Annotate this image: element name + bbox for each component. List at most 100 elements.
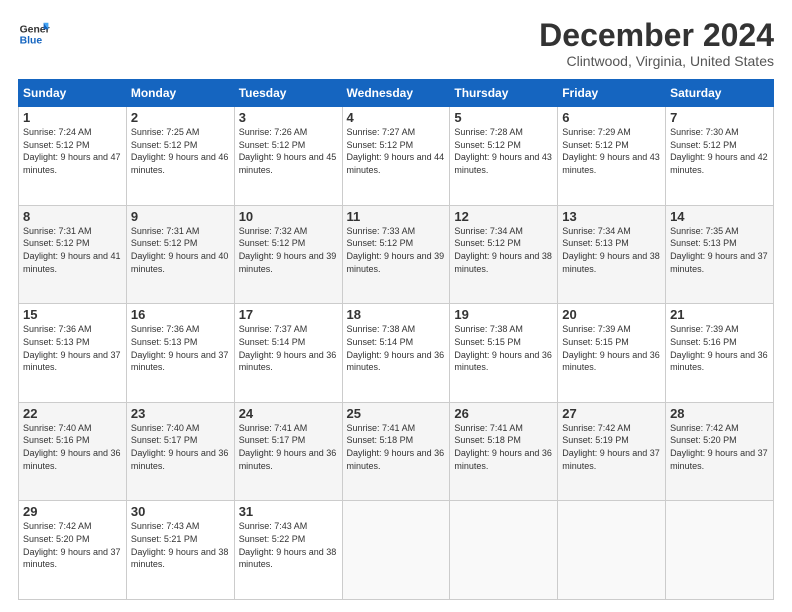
calendar-cell (342, 501, 450, 600)
calendar-cell (450, 501, 558, 600)
calendar-cell: 25 Sunrise: 7:41 AMSunset: 5:18 PMDaylig… (342, 402, 450, 501)
day-info: Sunrise: 7:39 AMSunset: 5:16 PMDaylight:… (670, 324, 768, 372)
day-info: Sunrise: 7:43 AMSunset: 5:22 PMDaylight:… (239, 521, 337, 569)
calendar-cell: 30 Sunrise: 7:43 AMSunset: 5:21 PMDaylig… (126, 501, 234, 600)
day-number: 17 (239, 307, 338, 322)
day-number: 11 (347, 209, 446, 224)
calendar-cell: 10 Sunrise: 7:32 AMSunset: 5:12 PMDaylig… (234, 205, 342, 304)
day-number: 30 (131, 504, 230, 519)
calendar-cell: 22 Sunrise: 7:40 AMSunset: 5:16 PMDaylig… (19, 402, 127, 501)
calendar-week-row: 29 Sunrise: 7:42 AMSunset: 5:20 PMDaylig… (19, 501, 774, 600)
day-number: 3 (239, 110, 338, 125)
day-info: Sunrise: 7:41 AMSunset: 5:18 PMDaylight:… (347, 423, 445, 471)
calendar-cell: 26 Sunrise: 7:41 AMSunset: 5:18 PMDaylig… (450, 402, 558, 501)
calendar-cell: 16 Sunrise: 7:36 AMSunset: 5:13 PMDaylig… (126, 304, 234, 403)
calendar-cell: 28 Sunrise: 7:42 AMSunset: 5:20 PMDaylig… (666, 402, 774, 501)
day-number: 25 (347, 406, 446, 421)
day-info: Sunrise: 7:29 AMSunset: 5:12 PMDaylight:… (562, 127, 660, 175)
day-number: 6 (562, 110, 661, 125)
day-number: 28 (670, 406, 769, 421)
day-info: Sunrise: 7:34 AMSunset: 5:13 PMDaylight:… (562, 226, 660, 274)
day-info: Sunrise: 7:31 AMSunset: 5:12 PMDaylight:… (23, 226, 121, 274)
day-number: 27 (562, 406, 661, 421)
day-info: Sunrise: 7:31 AMSunset: 5:12 PMDaylight:… (131, 226, 229, 274)
day-info: Sunrise: 7:36 AMSunset: 5:13 PMDaylight:… (131, 324, 229, 372)
calendar-cell: 21 Sunrise: 7:39 AMSunset: 5:16 PMDaylig… (666, 304, 774, 403)
day-number: 12 (454, 209, 553, 224)
col-wednesday: Wednesday (342, 80, 450, 107)
calendar-cell: 19 Sunrise: 7:38 AMSunset: 5:15 PMDaylig… (450, 304, 558, 403)
calendar-cell: 23 Sunrise: 7:40 AMSunset: 5:17 PMDaylig… (126, 402, 234, 501)
calendar-cell: 15 Sunrise: 7:36 AMSunset: 5:13 PMDaylig… (19, 304, 127, 403)
day-number: 1 (23, 110, 122, 125)
day-info: Sunrise: 7:30 AMSunset: 5:12 PMDaylight:… (670, 127, 768, 175)
calendar-cell (666, 501, 774, 600)
calendar-cell: 18 Sunrise: 7:38 AMSunset: 5:14 PMDaylig… (342, 304, 450, 403)
calendar-cell: 13 Sunrise: 7:34 AMSunset: 5:13 PMDaylig… (558, 205, 666, 304)
page-title: December 2024 (539, 18, 774, 53)
col-saturday: Saturday (666, 80, 774, 107)
day-number: 23 (131, 406, 230, 421)
day-info: Sunrise: 7:27 AMSunset: 5:12 PMDaylight:… (347, 127, 445, 175)
day-info: Sunrise: 7:32 AMSunset: 5:12 PMDaylight:… (239, 226, 337, 274)
day-number: 8 (23, 209, 122, 224)
calendar-cell: 29 Sunrise: 7:42 AMSunset: 5:20 PMDaylig… (19, 501, 127, 600)
calendar-cell: 31 Sunrise: 7:43 AMSunset: 5:22 PMDaylig… (234, 501, 342, 600)
day-info: Sunrise: 7:40 AMSunset: 5:17 PMDaylight:… (131, 423, 229, 471)
day-number: 22 (23, 406, 122, 421)
day-info: Sunrise: 7:38 AMSunset: 5:14 PMDaylight:… (347, 324, 445, 372)
calendar-cell: 17 Sunrise: 7:37 AMSunset: 5:14 PMDaylig… (234, 304, 342, 403)
day-number: 4 (347, 110, 446, 125)
day-info: Sunrise: 7:41 AMSunset: 5:17 PMDaylight:… (239, 423, 337, 471)
day-info: Sunrise: 7:43 AMSunset: 5:21 PMDaylight:… (131, 521, 229, 569)
page-subtitle: Clintwood, Virginia, United States (539, 53, 774, 69)
day-info: Sunrise: 7:35 AMSunset: 5:13 PMDaylight:… (670, 226, 768, 274)
header: General Blue December 2024 Clintwood, Vi… (18, 18, 774, 69)
day-number: 16 (131, 307, 230, 322)
calendar-cell: 5 Sunrise: 7:28 AMSunset: 5:12 PMDayligh… (450, 107, 558, 206)
calendar-table: Sunday Monday Tuesday Wednesday Thursday… (18, 79, 774, 600)
col-sunday: Sunday (19, 80, 127, 107)
day-info: Sunrise: 7:36 AMSunset: 5:13 PMDaylight:… (23, 324, 121, 372)
calendar-cell: 12 Sunrise: 7:34 AMSunset: 5:12 PMDaylig… (450, 205, 558, 304)
day-info: Sunrise: 7:26 AMSunset: 5:12 PMDaylight:… (239, 127, 337, 175)
day-info: Sunrise: 7:42 AMSunset: 5:20 PMDaylight:… (23, 521, 121, 569)
calendar-header-row: Sunday Monday Tuesday Wednesday Thursday… (19, 80, 774, 107)
day-number: 20 (562, 307, 661, 322)
day-info: Sunrise: 7:33 AMSunset: 5:12 PMDaylight:… (347, 226, 445, 274)
col-thursday: Thursday (450, 80, 558, 107)
day-info: Sunrise: 7:28 AMSunset: 5:12 PMDaylight:… (454, 127, 552, 175)
calendar-cell: 1 Sunrise: 7:24 AMSunset: 5:12 PMDayligh… (19, 107, 127, 206)
calendar-cell: 14 Sunrise: 7:35 AMSunset: 5:13 PMDaylig… (666, 205, 774, 304)
day-info: Sunrise: 7:24 AMSunset: 5:12 PMDaylight:… (23, 127, 121, 175)
day-number: 13 (562, 209, 661, 224)
calendar-cell: 8 Sunrise: 7:31 AMSunset: 5:12 PMDayligh… (19, 205, 127, 304)
logo: General Blue (18, 18, 50, 50)
day-info: Sunrise: 7:41 AMSunset: 5:18 PMDaylight:… (454, 423, 552, 471)
calendar-week-row: 8 Sunrise: 7:31 AMSunset: 5:12 PMDayligh… (19, 205, 774, 304)
day-info: Sunrise: 7:25 AMSunset: 5:12 PMDaylight:… (131, 127, 229, 175)
day-number: 31 (239, 504, 338, 519)
calendar-cell: 3 Sunrise: 7:26 AMSunset: 5:12 PMDayligh… (234, 107, 342, 206)
calendar-cell: 2 Sunrise: 7:25 AMSunset: 5:12 PMDayligh… (126, 107, 234, 206)
calendar-cell (558, 501, 666, 600)
calendar-week-row: 15 Sunrise: 7:36 AMSunset: 5:13 PMDaylig… (19, 304, 774, 403)
day-info: Sunrise: 7:38 AMSunset: 5:15 PMDaylight:… (454, 324, 552, 372)
day-number: 2 (131, 110, 230, 125)
day-number: 7 (670, 110, 769, 125)
day-number: 9 (131, 209, 230, 224)
day-number: 29 (23, 504, 122, 519)
day-info: Sunrise: 7:42 AMSunset: 5:19 PMDaylight:… (562, 423, 660, 471)
col-friday: Friday (558, 80, 666, 107)
calendar-cell: 20 Sunrise: 7:39 AMSunset: 5:15 PMDaylig… (558, 304, 666, 403)
calendar-cell: 4 Sunrise: 7:27 AMSunset: 5:12 PMDayligh… (342, 107, 450, 206)
title-block: December 2024 Clintwood, Virginia, Unite… (539, 18, 774, 69)
day-number: 26 (454, 406, 553, 421)
day-number: 10 (239, 209, 338, 224)
calendar-week-row: 22 Sunrise: 7:40 AMSunset: 5:16 PMDaylig… (19, 402, 774, 501)
page: General Blue December 2024 Clintwood, Vi… (0, 0, 792, 612)
svg-text:Blue: Blue (20, 36, 43, 47)
calendar-week-row: 1 Sunrise: 7:24 AMSunset: 5:12 PMDayligh… (19, 107, 774, 206)
day-number: 5 (454, 110, 553, 125)
calendar-cell: 24 Sunrise: 7:41 AMSunset: 5:17 PMDaylig… (234, 402, 342, 501)
